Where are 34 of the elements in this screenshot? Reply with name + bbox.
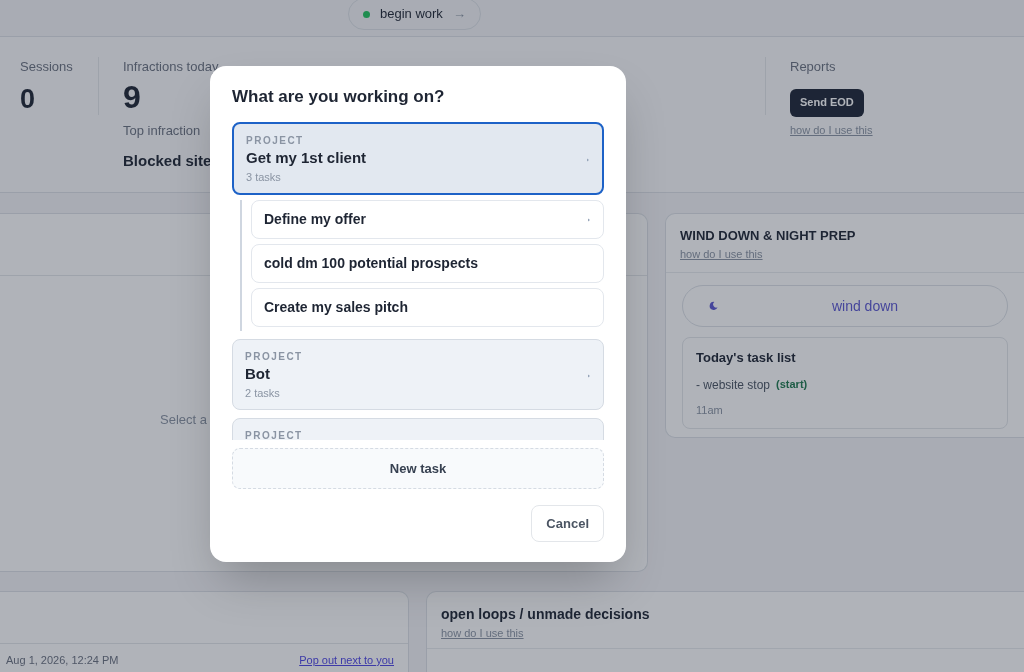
empty-state-text: Select a	[160, 410, 207, 429]
stat-value: 0	[20, 82, 37, 116]
project-card[interactable]: PROJECT Bot 2 tasks	[232, 339, 604, 410]
stat-label: Sessions	[20, 58, 74, 76]
stat-label: Reports	[790, 58, 836, 76]
task-time: 11am	[696, 402, 724, 418]
stat-value: 9	[123, 77, 141, 117]
project-label: PROJECT	[245, 350, 303, 363]
project-name: Get my 1st client	[246, 148, 367, 168]
panel-title: WIND DOWN & NIGHT PREP	[680, 227, 856, 245]
stat-label: Infractions today	[123, 58, 219, 76]
stat-label: Top infraction	[123, 121, 201, 140]
dialog-title: What are you working on?	[232, 86, 446, 108]
project-label: PROJECT	[246, 134, 305, 147]
project-card[interactable]: PROJECT Get my 1st client 3 tasks	[232, 122, 604, 195]
pop-out-link[interactable]: Pop out next to you	[299, 652, 402, 669]
send-eod-button[interactable]: Send EOD	[790, 88, 864, 117]
task-item[interactable]: Create my sales pitch	[251, 288, 604, 327]
begin-work-button[interactable]: begin work →	[348, 0, 481, 30]
project-name: Bot	[245, 364, 271, 384]
card-title: Today's task list	[696, 349, 797, 367]
task-count: 2 tasks	[245, 386, 281, 401]
project-label: PROJECT	[245, 429, 303, 440]
task-count: 3 tasks	[246, 170, 282, 185]
task-text: - website stop	[696, 376, 771, 394]
panel-title: open loops / unmade decisions	[441, 605, 650, 624]
task-item[interactable]: Define my offer	[251, 200, 604, 239]
start-link[interactable]: (start)	[776, 375, 808, 394]
cancel-button[interactable]: Cancel	[531, 505, 604, 542]
timestamp: Aug 1, 2026, 12:24 PM	[6, 653, 119, 668]
stat-value: Blocked site	[123, 151, 212, 171]
task-item[interactable]: cold dm 100 potential prospects	[251, 244, 604, 283]
new-task-button[interactable]: New task	[232, 448, 604, 489]
moon-icon	[709, 301, 718, 311]
